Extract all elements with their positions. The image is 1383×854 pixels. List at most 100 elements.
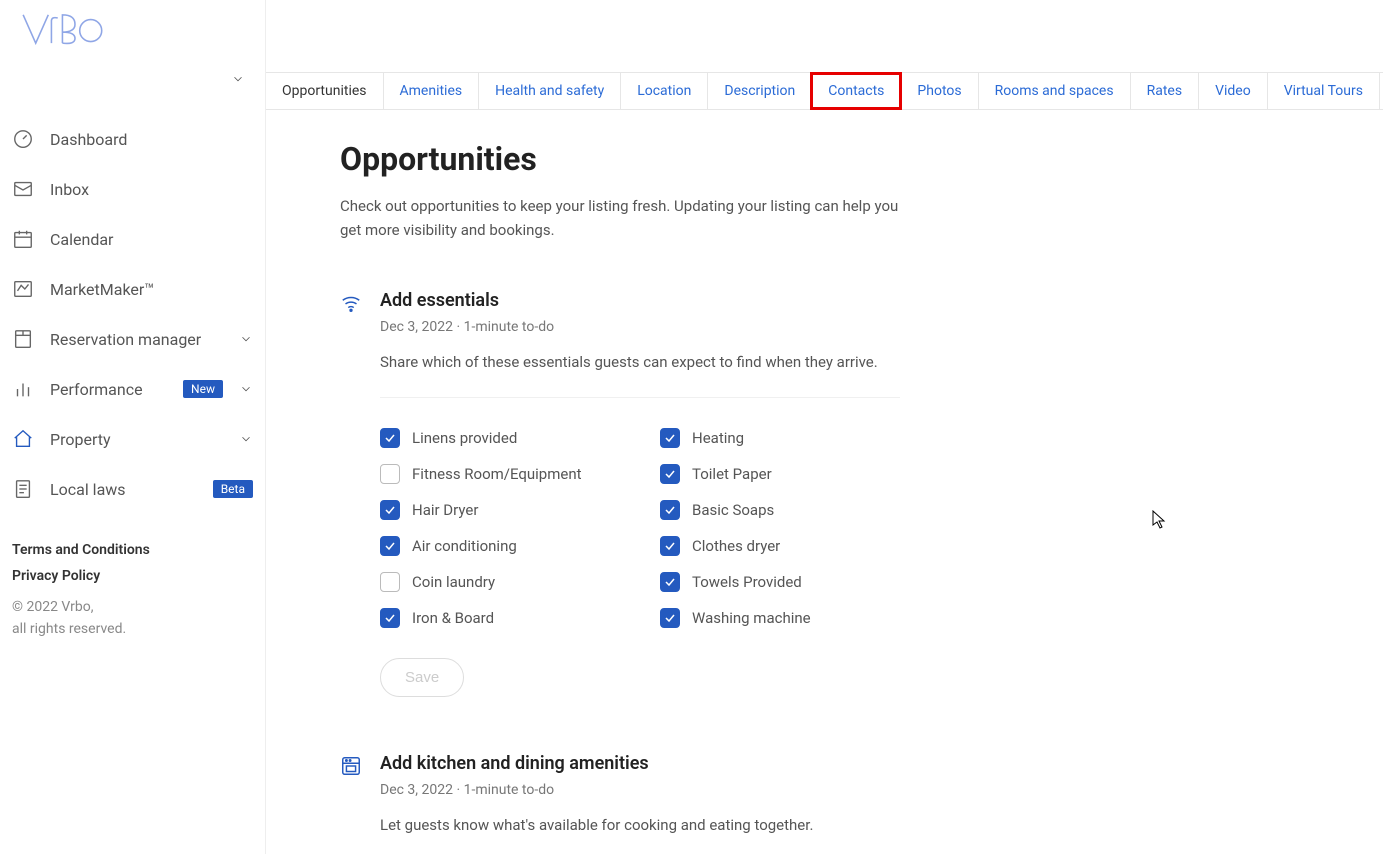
badge-beta: Beta	[213, 480, 253, 498]
brand-logo[interactable]	[0, 0, 265, 66]
copyright-line1: © 2022 Vrbo,	[12, 596, 253, 618]
checkbox[interactable]	[660, 536, 680, 556]
check-label: Basic Soaps	[692, 501, 774, 519]
check-item: Iron & Board	[380, 608, 620, 628]
main: OpportunitiesAmenitiesHealth and safetyL…	[266, 0, 1383, 854]
checkbox[interactable]	[660, 608, 680, 628]
checkbox[interactable]	[380, 464, 400, 484]
save-button[interactable]: Save	[380, 658, 464, 697]
check-label: Coin laundry	[412, 573, 495, 591]
doc-icon	[12, 478, 34, 500]
sidebar-item-label: Local laws	[50, 480, 197, 499]
sidebar-item-performance[interactable]: Performance New	[0, 364, 265, 414]
tab-rates[interactable]: Rates	[1130, 73, 1199, 109]
dashboard-icon	[12, 128, 34, 150]
card-kitchen-desc: Let guests know what's available for coo…	[380, 816, 1186, 834]
sidebar-footer: Terms and Conditions Privacy Policy © 20…	[0, 514, 265, 641]
sidebar-item-label: Inbox	[50, 180, 253, 199]
privacy-link[interactable]: Privacy Policy	[12, 568, 253, 584]
check-item: Coin laundry	[380, 572, 620, 592]
card-kitchen-title: Add kitchen and dining amenities	[380, 753, 1186, 774]
chevron-down-icon	[239, 332, 253, 346]
tab-description[interactable]: Description	[707, 73, 812, 109]
tab-contacts[interactable]: Contacts	[811, 73, 901, 109]
check-label: Clothes dryer	[692, 537, 780, 555]
check-item: Heating	[660, 428, 900, 448]
checkbox[interactable]	[380, 608, 400, 628]
check-item: Washing machine	[660, 608, 900, 628]
check-item: Toilet Paper	[660, 464, 900, 484]
chevron-down-icon	[239, 382, 253, 396]
tab-video[interactable]: Video	[1198, 73, 1268, 109]
checkbox[interactable]	[380, 428, 400, 448]
sidebar-item-label: Performance	[50, 380, 167, 399]
checkbox[interactable]	[660, 500, 680, 520]
sidebar: Dashboard Inbox Calendar MarketMaker™ Reserv…	[0, 0, 266, 854]
bars-icon	[12, 378, 34, 400]
terms-link[interactable]: Terms and Conditions	[12, 542, 253, 558]
tab-virtual-tours[interactable]: Virtual Tours	[1267, 73, 1380, 109]
content-scroll[interactable]: Opportunities Check out opportunities to…	[266, 110, 1383, 854]
card-essentials-desc: Share which of these essentials guests c…	[380, 353, 1186, 371]
checkbox[interactable]	[660, 428, 680, 448]
sidebar-item-reservation-manager[interactable]: Reservation manager	[0, 314, 265, 364]
inbox-icon	[12, 178, 34, 200]
sidebar-nav: Dashboard Inbox Calendar MarketMaker™ Reserv…	[0, 94, 265, 514]
check-label: Hair Dryer	[412, 501, 478, 519]
checkbox[interactable]	[380, 572, 400, 592]
tabbar: OpportunitiesAmenitiesHealth and safetyL…	[266, 72, 1383, 110]
check-item: Hair Dryer	[380, 500, 620, 520]
checkbox[interactable]	[380, 500, 400, 520]
sidebar-item-property[interactable]: Property	[0, 414, 265, 464]
card-essentials-title: Add essentials	[380, 290, 1186, 311]
sidebar-item-label: Calendar	[50, 230, 253, 249]
checkbox[interactable]	[660, 464, 680, 484]
sidebar-item-local-laws[interactable]: Local laws Beta	[0, 464, 265, 514]
check-label: Air conditioning	[412, 537, 517, 555]
sidebar-item-marketmaker-[interactable]: MarketMaker™	[0, 264, 265, 314]
checkbox[interactable]	[380, 536, 400, 556]
sidebar-item-calendar[interactable]: Calendar	[0, 214, 265, 264]
page-lede: Check out opportunities to keep your lis…	[340, 194, 900, 242]
check-label: Iron & Board	[412, 609, 494, 627]
reservation-icon	[12, 328, 34, 350]
check-item: Fitness Room/Equipment	[380, 464, 620, 484]
check-label: Washing machine	[692, 609, 811, 627]
tab-rooms-and-spaces[interactable]: Rooms and spaces	[978, 73, 1131, 109]
account-collapse[interactable]	[0, 66, 265, 94]
check-label: Fitness Room/Equipment	[412, 465, 582, 483]
card-essentials: Add essentials Dec 3, 2022 · 1-minute to…	[340, 290, 1186, 697]
tab-health-and-safety[interactable]: Health and safety	[478, 73, 621, 109]
sidebar-item-label: Reservation manager	[50, 330, 223, 349]
essentials-checklist: Linens provided Heating Fitness Room/Equip…	[380, 397, 900, 628]
wifi-icon	[340, 292, 362, 314]
sidebar-item-label: Dashboard	[50, 130, 253, 149]
chart-icon	[12, 278, 34, 300]
card-kitchen: Add kitchen and dining amenities Dec 3, …	[340, 753, 1186, 854]
sidebar-item-label: Property	[50, 430, 223, 449]
calendar-icon	[12, 228, 34, 250]
page-title: Opportunities	[340, 140, 1186, 178]
tab-amenities[interactable]: Amenities	[383, 73, 480, 109]
tab-photos[interactable]: Photos	[900, 73, 978, 109]
topbar	[266, 0, 1383, 72]
check-item: Basic Soaps	[660, 500, 900, 520]
sidebar-item-dashboard[interactable]: Dashboard	[0, 114, 265, 164]
checkbox[interactable]	[660, 572, 680, 592]
check-item: Towels Provided	[660, 572, 900, 592]
tab-location[interactable]: Location	[620, 73, 708, 109]
check-item: Linens provided	[380, 428, 620, 448]
badge-new: New	[183, 380, 223, 398]
sidebar-item-label: MarketMaker™	[50, 280, 253, 299]
check-item: Clothes dryer	[660, 536, 900, 556]
tab-opportunities[interactable]: Opportunities	[266, 73, 384, 109]
copyright-line2: all rights reserved.	[12, 618, 253, 640]
check-label: Linens provided	[412, 429, 517, 447]
card-kitchen-meta: Dec 3, 2022 · 1-minute to-do	[380, 782, 1186, 798]
check-label: Towels Provided	[692, 573, 802, 591]
sidebar-item-inbox[interactable]: Inbox	[0, 164, 265, 214]
home-icon	[12, 428, 34, 450]
oven-icon	[340, 755, 362, 777]
card-essentials-meta: Dec 3, 2022 · 1-minute to-do	[380, 319, 1186, 335]
check-label: Toilet Paper	[692, 465, 772, 483]
